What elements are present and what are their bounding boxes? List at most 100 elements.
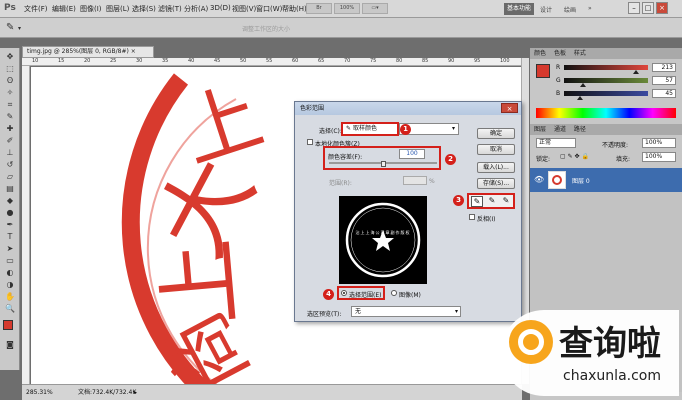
type-tool-icon[interactable]: T xyxy=(4,232,16,241)
visibility-eye-icon[interactable]: 👁 xyxy=(534,175,544,184)
close-icon[interactable]: × xyxy=(656,2,668,14)
bridge-icon[interactable]: Br xyxy=(306,3,332,14)
menu-file[interactable]: 文件(F) xyxy=(24,4,48,14)
color-range-dialog: 色彩范围 × 选择(C): ✎ 取样颜色 ▾ 1 本地化颜色簇(Z) 颜色容差(… xyxy=(294,101,522,322)
path-selection-tool-icon[interactable]: ➤ xyxy=(4,244,16,253)
tab-color[interactable]: 颜色 xyxy=(534,50,546,57)
layer-name[interactable]: 图层 0 xyxy=(572,176,590,185)
menu-window[interactable]: 窗口(W) xyxy=(256,4,282,14)
workspace-essentials[interactable]: 基本功能 xyxy=(504,3,534,15)
eyedropper-tool-icon[interactable]: ✎ xyxy=(6,22,14,33)
color-panel-tabs: 颜色 色板 样式 xyxy=(530,48,682,59)
layer-row[interactable]: 👁 图层 0 xyxy=(530,168,682,192)
color-slider-value[interactable]: 57 xyxy=(652,76,676,85)
zoom-level[interactable]: 100% xyxy=(334,3,360,14)
foreground-color-swatch[interactable] xyxy=(3,320,13,330)
menu-layer[interactable]: 图层(L) xyxy=(106,4,129,14)
healing-brush-tool-icon[interactable]: ✚ xyxy=(4,124,16,133)
magic-wand-tool-icon[interactable]: ✧ xyxy=(4,88,16,97)
3d-rotate-tool-icon[interactable]: ◐ xyxy=(4,268,16,277)
gradient-tool-icon[interactable]: ▤ xyxy=(4,184,16,193)
pen-tool-icon[interactable]: ✒ xyxy=(4,220,16,229)
ruler-tick-label: 15 xyxy=(58,58,65,64)
fill-field[interactable]: 100% xyxy=(642,152,676,162)
zoom-status[interactable]: 285.31% xyxy=(26,385,53,400)
save-button[interactable]: 存储(S)... xyxy=(477,178,515,189)
eyedropper-tool-icon[interactable]: ✎ xyxy=(4,112,16,121)
color-slider-track[interactable] xyxy=(564,78,648,83)
document-tab[interactable]: timg.jpg @ 285%(图层 0, RGB/8#) × xyxy=(22,46,154,58)
cancel-button[interactable]: 取消 xyxy=(477,144,515,155)
invert-checkbox[interactable] xyxy=(469,214,475,220)
workspace-paint[interactable]: 绘画 xyxy=(564,5,576,14)
selection-preview[interactable]: 沾上上海公司章副作版权 xyxy=(339,196,427,284)
clone-stamp-tool-icon[interactable]: ⊥ xyxy=(4,148,16,157)
eyedropper-minus-icon[interactable]: ✎ xyxy=(500,196,512,207)
3d-camera-tool-icon[interactable]: ◑ xyxy=(4,280,16,289)
color-ramp[interactable] xyxy=(536,108,676,118)
load-button[interactable]: 载入(L)... xyxy=(477,162,515,173)
menu-image[interactable]: 图像(I) xyxy=(80,4,102,14)
brush-tool-icon[interactable]: ✐ xyxy=(4,136,16,145)
tab-styles[interactable]: 样式 xyxy=(574,50,586,57)
color-slider-label: G xyxy=(556,77,561,84)
fuzziness-slider-thumb[interactable] xyxy=(381,161,386,167)
select-dropdown[interactable]: ✎ 取样颜色 xyxy=(341,122,399,136)
ok-button[interactable]: 确定 xyxy=(477,128,515,139)
workspace-design[interactable]: 设计 xyxy=(540,5,552,14)
minimize-icon[interactable]: – xyxy=(628,2,640,14)
tab-channels[interactable]: 通道 xyxy=(554,126,566,133)
status-menu-arrow-icon[interactable]: ▸ xyxy=(134,385,137,400)
menu-3d[interactable]: 3D(D) xyxy=(210,4,231,12)
shape-tool-icon[interactable]: ▭ xyxy=(4,256,16,265)
status-bar: 285.31% 文档:732.4K/732.4K ▸ xyxy=(22,384,522,400)
arrange-icon[interactable]: ▭▾ xyxy=(362,3,388,14)
lock-icons[interactable]: ▢ ✎ ✥ 🔒 xyxy=(560,153,589,160)
menu-help[interactable]: 帮助(H) xyxy=(282,4,307,14)
workspace-more-icon[interactable]: » xyxy=(588,5,592,12)
tab-swatches[interactable]: 色板 xyxy=(554,50,566,57)
blend-mode-select[interactable]: 正常 xyxy=(536,138,576,148)
zoom-tool-icon[interactable]: 🔍 xyxy=(4,304,16,313)
quick-mask-icon[interactable]: ◙ xyxy=(4,340,16,349)
tool-preset-arrow-icon[interactable]: ▾ xyxy=(18,25,21,32)
selection-radio[interactable] xyxy=(341,290,347,296)
menu-view[interactable]: 视图(V) xyxy=(232,4,256,14)
menu-filter[interactable]: 滤镜(T) xyxy=(158,4,182,14)
marquee-tool-icon[interactable]: ⬚ xyxy=(4,64,16,73)
eraser-tool-icon[interactable]: ▱ xyxy=(4,172,16,181)
eyedropper-icon[interactable]: ✎ xyxy=(471,196,483,207)
tab-layers[interactable]: 图层 xyxy=(534,126,546,133)
move-tool-icon[interactable]: ✥ xyxy=(4,52,16,61)
color-slider-thumb[interactable] xyxy=(632,70,639,74)
image-radio[interactable] xyxy=(391,290,397,296)
eyedropper-plus-icon[interactable]: ✎ xyxy=(486,196,498,207)
color-slider-thumb[interactable] xyxy=(577,96,584,100)
ruler-tick-label: 80 xyxy=(396,58,403,64)
blur-tool-icon[interactable]: ◆ xyxy=(4,196,16,205)
color-slider-thumb[interactable] xyxy=(580,83,587,87)
dialog-title[interactable]: 色彩范围 xyxy=(295,102,521,115)
menu-select[interactable]: 选择(S) xyxy=(132,4,156,14)
crop-tool-icon[interactable]: ⌗ xyxy=(4,100,16,109)
hand-tool-icon[interactable]: ✋ xyxy=(4,292,16,301)
color-slider-value[interactable]: 45 xyxy=(652,89,676,98)
watermark-logo: 查询啦 chaxunla.com xyxy=(501,310,679,396)
selection-radio-label: 选择范围(E) xyxy=(349,292,382,299)
tab-paths[interactable]: 路径 xyxy=(574,126,586,133)
dodge-tool-icon[interactable]: ● xyxy=(4,208,16,217)
color-panel-foreground-swatch[interactable] xyxy=(536,64,550,78)
color-slider-value[interactable]: 213 xyxy=(652,63,676,72)
lasso-tool-icon[interactable]: ʘ xyxy=(4,76,16,85)
opacity-field[interactable]: 100% xyxy=(642,138,676,148)
dialog-close-icon[interactable]: × xyxy=(501,103,518,113)
fuzziness-field[interactable]: 100 xyxy=(399,149,425,159)
maximize-icon[interactable]: □ xyxy=(642,2,654,14)
fuzziness-label: 颜色容差(F): xyxy=(328,154,363,161)
selection-preview-select[interactable]: 无 ▾ xyxy=(351,306,461,317)
history-brush-tool-icon[interactable]: ↺ xyxy=(4,160,16,169)
step-badge-2: 2 xyxy=(445,154,456,165)
localized-color-clusters-checkbox[interactable] xyxy=(307,139,313,145)
menu-edit[interactable]: 编辑(E) xyxy=(52,4,76,14)
menu-analysis[interactable]: 分析(A) xyxy=(184,4,208,14)
